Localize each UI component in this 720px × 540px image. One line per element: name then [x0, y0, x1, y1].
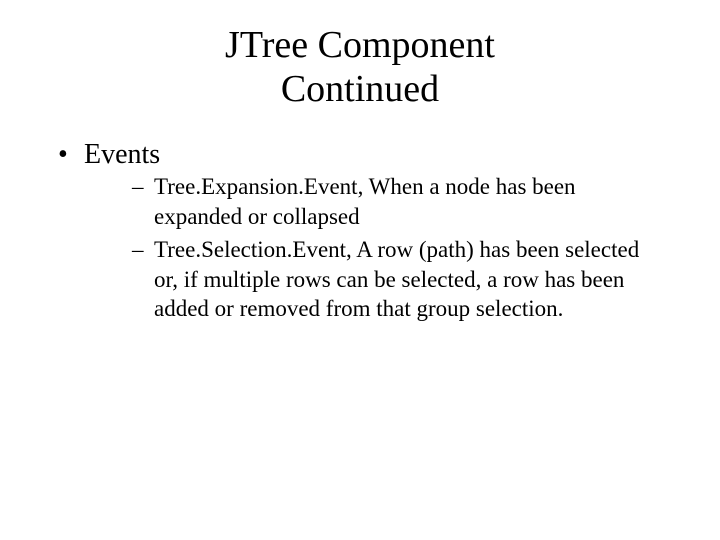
sub-bullet-selection: Tree.Selection.Event, A row (path) has b…: [132, 235, 680, 323]
sub-bullet-selection-text: Tree.Selection.Event, A row (path) has b…: [154, 237, 639, 321]
bullet-events: Events Tree.Expansion.Event, When a node…: [58, 137, 680, 323]
title-line-1: JTree Component: [225, 24, 495, 66]
slide-title: JTree Component Continued: [40, 24, 680, 111]
title-line-2: Continued: [281, 68, 439, 110]
sub-bullet-expansion-text: Tree.Expansion.Event, When a node has be…: [154, 174, 576, 228]
slide: JTree Component Continued Events Tree.Ex…: [0, 0, 720, 540]
bullet-list: Events Tree.Expansion.Event, When a node…: [40, 137, 680, 323]
sub-bullet-list: Tree.Expansion.Event, When a node has be…: [84, 172, 680, 323]
bullet-events-text: Events: [84, 139, 160, 170]
sub-bullet-expansion: Tree.Expansion.Event, When a node has be…: [132, 172, 680, 231]
